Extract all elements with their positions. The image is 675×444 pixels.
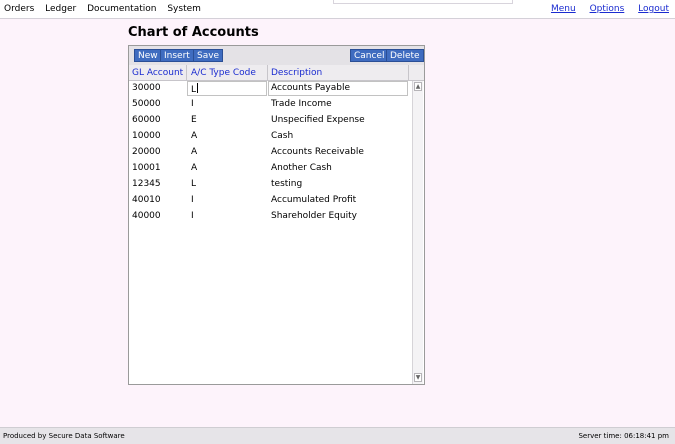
cancel-button[interactable]: Cancel [350,49,389,62]
grid-toolbar: New Insert Save Cancel Delete [129,46,424,65]
description-cell[interactable]: Cash [271,131,293,141]
column-divider[interactable] [267,65,268,80]
type-code-cell[interactable]: A [191,131,197,141]
table-row[interactable]: 40010 I Accumulated Profit [129,193,409,209]
gl-account-cell[interactable]: 10000 [132,131,161,141]
delete-button[interactable]: Delete [386,49,424,62]
type-code-cell[interactable]: I [191,99,194,109]
description-cell[interactable]: Accounts Payable [271,83,350,93]
text-caret [197,83,199,93]
type-code-cell[interactable]: A [191,163,197,173]
gl-account-cell[interactable]: 20000 [132,147,161,157]
vertical-scrollbar[interactable]: ▲ ▼ [412,81,423,384]
table-row[interactable]: 50000 I Trade Income [129,97,409,113]
gl-account-cell[interactable]: 40000 [132,211,161,221]
description-cell[interactable]: Accumulated Profit [271,195,356,205]
gl-account-cell[interactable]: 12345 [132,179,161,189]
gl-account-cell[interactable]: 30000 [132,83,161,93]
table-row[interactable]: 30000 L Accounts Payable [129,81,409,97]
type-code-cell[interactable]: E [191,115,197,125]
scroll-down-icon[interactable]: ▼ [414,373,422,382]
menu-documentation[interactable]: Documentation [87,4,156,14]
table-row[interactable]: 40000 I Shareholder Equity [129,209,409,225]
gl-account-cell[interactable]: 40010 [132,195,161,205]
table-row[interactable]: 60000 E Unspecified Expense [129,113,409,129]
insert-button[interactable]: Insert [160,49,194,62]
table-row[interactable]: 10000 A Cash [129,129,409,145]
user-links: Menu Options Logout [540,4,669,14]
column-header-type-code[interactable]: A/C Type Code [191,68,256,78]
server-time-text: Server time: 06:18:41 pm [578,432,669,440]
column-divider[interactable] [408,65,409,80]
gl-account-cell[interactable]: 60000 [132,115,161,125]
description-cell[interactable]: Shareholder Equity [271,211,357,221]
type-code-cell[interactable]: I [191,211,194,221]
grid-header: GL Account A/C Type Code Description [129,65,424,81]
description-cell[interactable]: Another Cash [271,163,332,173]
menu-ledger[interactable]: Ledger [45,4,76,14]
column-header-gl-account[interactable]: GL Account [132,68,183,78]
menu-link[interactable]: Menu [551,4,576,14]
description-cell[interactable]: testing [271,179,302,189]
options-link[interactable]: Options [590,4,625,14]
description-cell[interactable]: Accounts Receivable [271,147,364,157]
column-header-description[interactable]: Description [271,68,322,78]
tab-outline [333,0,513,4]
type-code-input[interactable] [187,81,267,96]
table-row[interactable]: 20000 A Accounts Receivable [129,145,409,161]
type-code-cell[interactable]: L [191,179,196,189]
table-row[interactable]: 12345 L testing [129,177,409,193]
type-code-value: L [191,85,197,95]
type-code-cell[interactable]: L [191,83,199,95]
produced-by-text: Produced by Secure Data Software [3,432,125,440]
logout-link[interactable]: Logout [638,4,669,14]
description-cell[interactable]: Trade Income [271,99,332,109]
description-cell[interactable]: Unspecified Expense [271,115,365,125]
type-code-cell[interactable]: A [191,147,197,157]
main-menu: Orders Ledger Documentation System [4,4,209,14]
table-row[interactable]: 10001 A Another Cash [129,161,409,177]
scroll-up-icon[interactable]: ▲ [414,82,422,91]
top-menu-bar: Orders Ledger Documentation System Menu … [0,0,675,19]
gl-account-cell[interactable]: 50000 [132,99,161,109]
gl-account-cell[interactable]: 10001 [132,163,161,173]
page-title: Chart of Accounts [128,25,259,40]
grid-rows: 30000 L Accounts Payable 50000 I Trade I… [129,81,409,225]
new-button[interactable]: New [134,49,162,62]
type-code-cell[interactable]: I [191,195,194,205]
accounts-grid: New Insert Save Cancel Delete GL Account… [128,45,425,385]
column-divider[interactable] [186,65,187,80]
save-button[interactable]: Save [193,49,224,62]
menu-orders[interactable]: Orders [4,4,34,14]
menu-system[interactable]: System [167,4,201,14]
status-footer: Produced by Secure Data Software Server … [0,427,675,444]
